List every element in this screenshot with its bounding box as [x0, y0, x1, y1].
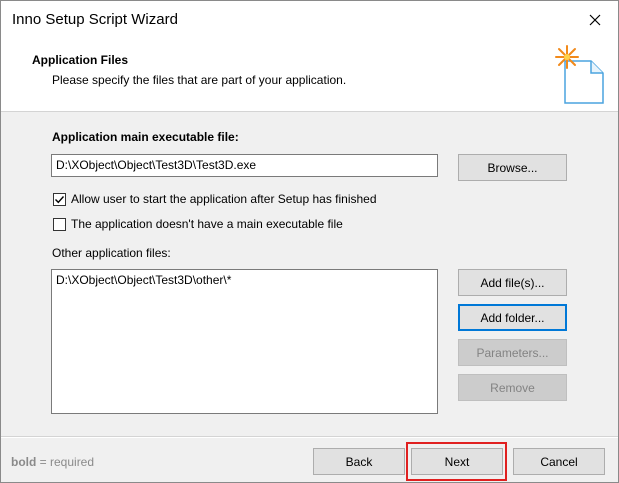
- allow-start-checkbox[interactable]: [53, 193, 66, 206]
- add-files-button[interactable]: Add file(s)...: [458, 269, 567, 296]
- required-hint-bold: bold: [11, 455, 37, 469]
- page-title: Application Files: [32, 53, 129, 67]
- browse-button[interactable]: Browse...: [458, 154, 567, 181]
- list-item[interactable]: D:\XObject\Object\Test3D\other\*: [56, 273, 433, 287]
- other-files-label: Other application files:: [52, 246, 171, 260]
- no-main-exe-label[interactable]: The application doesn't have a main exec…: [71, 217, 343, 231]
- page-subtitle: Please specify the files that are part o…: [52, 73, 347, 87]
- required-hint-text: = required: [36, 455, 95, 469]
- footer-divider-highlight: [1, 437, 618, 438]
- checkmark-icon: [55, 196, 65, 204]
- other-files-list[interactable]: D:\XObject\Object\Test3D\other\*: [51, 269, 438, 414]
- remove-button: Remove: [458, 374, 567, 401]
- allow-start-label[interactable]: Allow user to start the application afte…: [71, 192, 377, 206]
- no-main-exe-checkbox[interactable]: [53, 218, 66, 231]
- header-divider: [1, 111, 618, 112]
- wizard-document-icon: [555, 45, 604, 104]
- add-folder-button[interactable]: Add folder...: [458, 304, 567, 331]
- main-exe-label: Application main executable file:: [52, 130, 239, 144]
- main-exe-field[interactable]: D:\XObject\Object\Test3D\Test3D.exe: [51, 154, 438, 177]
- wizard-header: Application Files Please specify the fil…: [1, 39, 618, 111]
- close-icon: [589, 14, 601, 26]
- cancel-button[interactable]: Cancel: [513, 448, 605, 475]
- next-button[interactable]: Next: [411, 448, 503, 475]
- close-button[interactable]: [572, 1, 618, 39]
- title-bar: Inno Setup Script Wizard: [1, 1, 618, 39]
- required-hint: bold = required: [11, 455, 94, 469]
- window-title: Inno Setup Script Wizard: [12, 11, 178, 28]
- parameters-button: Parameters...: [458, 339, 567, 366]
- back-button[interactable]: Back: [313, 448, 405, 475]
- wizard-window: Inno Setup Script Wizard Application Fil…: [0, 0, 619, 483]
